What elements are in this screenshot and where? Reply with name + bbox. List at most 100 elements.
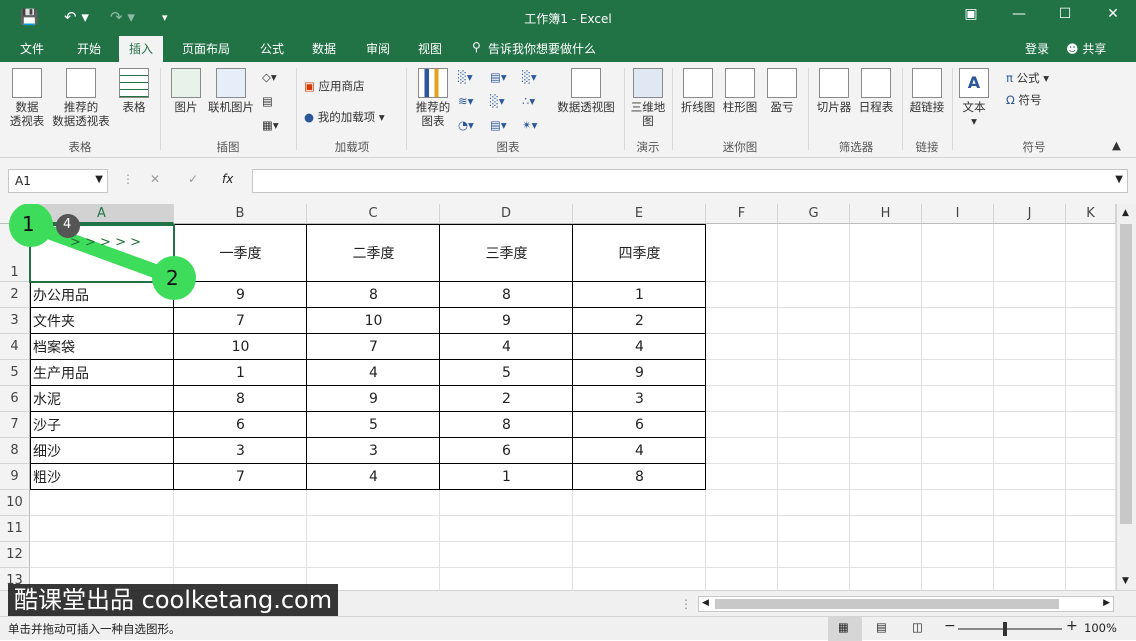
ribbon-display-icon[interactable]: ▣ xyxy=(956,6,986,22)
table-cell[interactable]: 4 xyxy=(440,334,573,360)
table-cell[interactable]: 1 xyxy=(573,282,706,308)
table-cell[interactable]: 水泥 xyxy=(30,386,174,412)
table-cell[interactable]: 8 xyxy=(174,386,307,412)
row-header[interactable]: 5 xyxy=(0,360,30,386)
pie-chart-icon[interactable]: ◔▾ xyxy=(458,118,474,132)
close-icon[interactable]: ✕ xyxy=(1098,6,1128,22)
scroll-up-icon[interactable]: ▲ xyxy=(1122,208,1129,218)
table-cell[interactable]: 3 xyxy=(307,438,440,464)
table-cell[interactable]: 8 xyxy=(440,282,573,308)
table-button[interactable]: 表格 xyxy=(114,68,154,114)
table-cell[interactable]: 4 xyxy=(307,464,440,490)
shapes-icon[interactable]: ◇▾ xyxy=(262,70,277,84)
tab-home[interactable]: 开始 xyxy=(77,40,101,57)
store-button[interactable]: ▣ 应用商店 xyxy=(304,78,365,94)
table-cell[interactable]: 四季度 xyxy=(573,224,706,282)
table-cell[interactable]: 5 xyxy=(307,412,440,438)
column-header-k[interactable]: K xyxy=(1066,204,1116,224)
online-picture-button[interactable]: 联机图片 xyxy=(206,68,256,114)
normal-view-button[interactable]: ▦ xyxy=(828,617,862,641)
zoom-slider[interactable] xyxy=(958,628,1062,630)
zoom-slider-thumb[interactable] xyxy=(1003,622,1007,636)
table-cell[interactable]: 9 xyxy=(440,308,573,334)
column-header-g[interactable]: G xyxy=(778,204,850,224)
collapse-ribbon-icon[interactable]: ▲ xyxy=(1112,138,1121,152)
text-button[interactable]: A 文本 ▾ xyxy=(956,68,992,128)
row-header[interactable]: 9 xyxy=(0,464,30,490)
column-header-i[interactable]: I xyxy=(922,204,994,224)
scroll-thumb[interactable] xyxy=(1120,224,1132,524)
sparkline-column-button[interactable]: 柱形图 xyxy=(720,68,760,114)
table-cell[interactable]: 7 xyxy=(174,464,307,490)
table-cell[interactable]: 4 xyxy=(307,360,440,386)
table-cell[interactable]: 9 xyxy=(573,360,706,386)
tab-review[interactable]: 审阅 xyxy=(366,40,390,57)
line-chart-icon[interactable]: ≋▾ xyxy=(458,94,473,108)
table-cell[interactable]: 8 xyxy=(573,464,706,490)
table-cell[interactable]: 1 xyxy=(440,464,573,490)
scroll-down-icon[interactable]: ▼ xyxy=(1122,576,1129,586)
table-cell[interactable]: 7 xyxy=(307,334,440,360)
name-box[interactable]: A1 ▼ xyxy=(8,169,108,193)
table-cell[interactable]: 6 xyxy=(440,438,573,464)
row-header[interactable]: 7 xyxy=(0,412,30,438)
sparkline-line-button[interactable]: 折线图 xyxy=(678,68,718,114)
scatter-chart-icon[interactable]: ∴▾ xyxy=(522,94,535,108)
row-header[interactable]: 8 xyxy=(0,438,30,464)
table-cell[interactable]: 二季度 xyxy=(307,224,440,282)
scroll-right-icon[interactable]: ▶ xyxy=(1103,598,1110,608)
table-cell[interactable]: 6 xyxy=(174,412,307,438)
column-header-c[interactable]: C xyxy=(307,204,440,224)
table-cell[interactable]: 4 xyxy=(573,334,706,360)
picture-button[interactable]: 图片 xyxy=(166,68,206,114)
pivot-table-button[interactable]: 数据 透视表 xyxy=(6,68,48,128)
recommended-pivot-button[interactable]: 推荐的 数据透视表 xyxy=(48,68,114,128)
column-header-e[interactable]: E xyxy=(573,204,706,224)
hyperlink-button[interactable]: 超链接 xyxy=(906,68,948,114)
cancel-icon[interactable]: ✕ xyxy=(150,172,160,186)
login-link[interactable]: 登录 xyxy=(1025,40,1049,57)
column-header-d[interactable]: D xyxy=(440,204,573,224)
zoom-out-icon[interactable]: − xyxy=(944,618,956,634)
symbol-button[interactable]: Ω 符号 xyxy=(1006,92,1041,108)
stat-chart-icon[interactable]: ░▾ xyxy=(490,94,505,108)
row-header[interactable]: 10 xyxy=(0,490,30,516)
table-cell[interactable]: 生产用品 xyxy=(30,360,174,386)
table-cell[interactable]: 1 xyxy=(174,360,307,386)
tab-page-layout[interactable]: 页面布局 xyxy=(182,40,230,57)
vertical-scrollbar[interactable]: ▲ ▼ xyxy=(1116,204,1136,590)
formula-input[interactable]: ▼ xyxy=(252,169,1128,193)
table-cell[interactable]: 档案袋 xyxy=(30,334,174,360)
zoom-level[interactable]: 100% xyxy=(1084,621,1117,635)
column-header-f[interactable]: F xyxy=(706,204,778,224)
table-cell[interactable]: 2 xyxy=(573,308,706,334)
smartart-icon[interactable]: ▤ xyxy=(262,94,273,108)
waterfall-chart-icon[interactable]: ░▾ xyxy=(522,70,537,84)
table-cell[interactable]: 5 xyxy=(440,360,573,386)
page-break-view-icon[interactable]: ◫ xyxy=(912,620,923,634)
row-header[interactable]: 12 xyxy=(0,542,30,568)
recommended-charts-button[interactable]: 推荐的 图表 xyxy=(412,68,454,128)
table-cell[interactable]: 6 xyxy=(573,412,706,438)
table-cell[interactable]: 3 xyxy=(573,386,706,412)
table-cell[interactable]: 细沙 xyxy=(30,438,174,464)
tab-file[interactable]: 文件 xyxy=(20,40,44,57)
hierarchy-chart-icon[interactable]: ▤▾ xyxy=(490,70,507,84)
maximize-icon[interactable]: ☐ xyxy=(1050,6,1080,22)
tab-data[interactable]: 数据 xyxy=(312,40,336,57)
horizontal-scroll-thumb[interactable] xyxy=(715,599,1059,609)
share-button[interactable]: ☻ 共享 xyxy=(1066,40,1106,57)
table-cell[interactable]: 8 xyxy=(440,412,573,438)
slicer-button[interactable]: 切片器 xyxy=(814,68,854,114)
worksheet-grid[interactable]: A B C D E F G H I J K 123456789101112131… xyxy=(0,204,1136,590)
row-header[interactable]: 4 xyxy=(0,334,30,360)
name-box-dropdown-icon[interactable]: ▼ xyxy=(95,174,103,185)
column-header-j[interactable]: J xyxy=(994,204,1066,224)
enter-icon[interactable]: ✓ xyxy=(188,172,198,186)
tell-me-input[interactable]: 告诉我你想要做什么 xyxy=(488,40,596,57)
table-cell[interactable]: 10 xyxy=(174,334,307,360)
3d-map-button[interactable]: 三维地 图 xyxy=(628,68,668,128)
page-layout-view-icon[interactable]: ▤ xyxy=(876,620,887,634)
scroll-left-icon[interactable]: ◀ xyxy=(702,598,709,608)
screenshot-icon[interactable]: ▦▾ xyxy=(262,118,279,132)
